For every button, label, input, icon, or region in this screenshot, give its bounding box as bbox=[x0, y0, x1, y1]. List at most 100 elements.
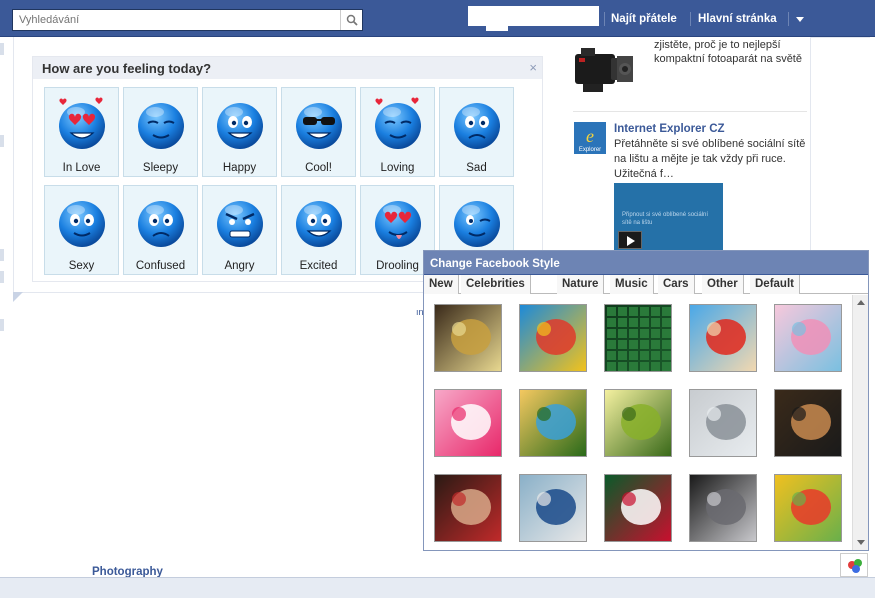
emoticon-label: Happy bbox=[222, 162, 257, 174]
drooling-emoticon-icon bbox=[375, 201, 421, 247]
content-divider bbox=[13, 292, 423, 293]
tab-new[interactable]: New bbox=[424, 275, 459, 294]
style-thumbnail-rainbow[interactable] bbox=[774, 474, 842, 542]
vampire-image bbox=[690, 475, 756, 541]
style-thumbnail-candy-land[interactable] bbox=[774, 304, 842, 372]
camera-ad-image[interactable] bbox=[573, 40, 635, 99]
style-popup-title: Change Facebook Style bbox=[430, 258, 560, 270]
wink-emoticon-icon bbox=[454, 201, 500, 247]
style-thumbnail-hello-kitty[interactable] bbox=[434, 389, 502, 457]
tab-music[interactable]: Music bbox=[610, 275, 654, 294]
emoticon-tile[interactable]: Happy bbox=[202, 87, 277, 177]
ie-video-thumbnail[interactable]: Připnout si své oblíbené sociální sítě n… bbox=[614, 183, 723, 251]
search-button[interactable] bbox=[340, 10, 362, 30]
edge-marker bbox=[0, 249, 4, 261]
emoticon-label: Confused bbox=[135, 260, 186, 272]
close-icon[interactable]: × bbox=[529, 60, 537, 75]
feelings-panel-header: How are you feeling today? × bbox=[33, 57, 542, 79]
sexy-emoticon-icon bbox=[59, 201, 105, 247]
happy-emoticon-icon bbox=[217, 103, 263, 149]
svg-text:Explorer: Explorer bbox=[579, 147, 601, 153]
search-input[interactable] bbox=[13, 10, 339, 30]
tab-other[interactable]: Other bbox=[702, 275, 744, 294]
style-thumbnail-pirate[interactable] bbox=[774, 389, 842, 457]
emoticon-tile[interactable]: Excited bbox=[281, 185, 356, 275]
account-menu-chevron-down-icon[interactable] bbox=[796, 17, 804, 22]
ie-ad-title[interactable]: Internet Explorer CZ bbox=[614, 123, 725, 135]
scroll-down-icon[interactable] bbox=[857, 540, 865, 545]
love-emoticon-icon bbox=[59, 97, 105, 149]
emoticon-tile[interactable]: Cool! bbox=[281, 87, 356, 177]
style-thumbnail-abstract-art[interactable] bbox=[434, 304, 502, 372]
search-box bbox=[12, 9, 363, 31]
notification-area-tab bbox=[486, 26, 508, 31]
emoticon-tile[interactable]: Sad bbox=[439, 87, 514, 177]
style-scrollbar[interactable] bbox=[852, 295, 868, 550]
style-thumbnail-palm-beach[interactable] bbox=[519, 389, 587, 457]
tab-nature[interactable]: Nature bbox=[557, 275, 605, 294]
colorful-apps-icon[interactable] bbox=[840, 553, 868, 577]
nav-separator bbox=[788, 12, 789, 26]
edge-marker bbox=[0, 135, 4, 147]
top-navigation-bar: Najít přátele Hlavní stránka bbox=[0, 0, 875, 37]
video-caption: Připnout si své oblíbené sociální sítě n… bbox=[622, 212, 709, 226]
angry-emoticon-icon bbox=[217, 201, 263, 247]
style-thumbnail-parrot[interactable] bbox=[519, 304, 587, 372]
style-thumbnail-doctor[interactable] bbox=[434, 474, 502, 542]
tree-image bbox=[605, 390, 671, 456]
candy-land-image bbox=[775, 305, 841, 371]
sad-emoticon-icon bbox=[454, 103, 500, 149]
emoticon-tile[interactable]: In Love bbox=[44, 87, 119, 177]
ie-ad-text: Přetáhněte si své oblíbené sociální sítě… bbox=[614, 138, 806, 180]
abstract-art-image bbox=[435, 305, 501, 371]
scroll-up-icon[interactable] bbox=[857, 300, 865, 305]
parrot-image bbox=[520, 305, 586, 371]
svg-text:e: e bbox=[586, 126, 594, 146]
camera-ad-text: zjistěte, proč je to nejlepší kompaktní … bbox=[654, 39, 802, 65]
palm-beach-image bbox=[520, 390, 586, 456]
emoticon-label: Sexy bbox=[68, 260, 95, 272]
notification-area[interactable] bbox=[468, 6, 599, 26]
left-edge-strip bbox=[0, 37, 6, 331]
style-thumbnail-mario[interactable] bbox=[689, 304, 757, 372]
heineken-image bbox=[605, 475, 671, 541]
nav-home[interactable]: Hlavní stránka bbox=[698, 13, 777, 25]
emoticon-tile[interactable]: Loving bbox=[360, 87, 435, 177]
style-thumbnail-tree[interactable] bbox=[604, 389, 672, 457]
style-thumbnail-green-tiles[interactable] bbox=[604, 304, 672, 372]
emoticon-tile[interactable]: Angry bbox=[202, 185, 277, 275]
sidebar-separator bbox=[573, 111, 807, 112]
emoticon-label: Angry bbox=[224, 260, 255, 272]
emoticon-tile[interactable]: Sexy bbox=[44, 185, 119, 275]
internet-explorer-logo-icon[interactable]: e Explorer bbox=[574, 122, 606, 154]
sleepy-emoticon-icon bbox=[138, 103, 184, 149]
bottom-chat-bar bbox=[0, 577, 875, 598]
rainbow-image bbox=[775, 475, 841, 541]
tab-celebrities[interactable]: Celebrities bbox=[461, 275, 531, 294]
emoticon-label: Sleepy bbox=[142, 162, 179, 174]
doctor-image bbox=[435, 475, 501, 541]
style-thumbnail-heineken[interactable] bbox=[604, 474, 672, 542]
tab-cars[interactable]: Cars bbox=[658, 275, 695, 294]
nav-find-friends[interactable]: Najít přátele bbox=[611, 13, 677, 25]
style-thumbnail-silver-car[interactable] bbox=[689, 389, 757, 457]
emoticon-tile[interactable]: Sleepy bbox=[123, 87, 198, 177]
mario-image bbox=[690, 305, 756, 371]
feelings-title: How are you feeling today? bbox=[42, 61, 212, 76]
emoticon-label: Loving bbox=[380, 162, 415, 174]
loving-emoticon-icon bbox=[375, 97, 421, 149]
excited-emoticon-icon bbox=[296, 201, 342, 247]
style-tabs: New Celebrities Nature Music Cars Other Defaul… bbox=[424, 275, 868, 294]
tab-default[interactable]: Default bbox=[750, 275, 800, 294]
silver-car-image bbox=[690, 390, 756, 456]
play-icon[interactable] bbox=[618, 231, 642, 249]
style-thumbnail-muscle-car[interactable] bbox=[519, 474, 587, 542]
emoticon-label: Excited bbox=[299, 260, 338, 272]
style-thumbnail-vampire[interactable] bbox=[689, 474, 757, 542]
pirate-image bbox=[775, 390, 841, 456]
feelings-panel: How are you feeling today? × In Love Slee… bbox=[32, 56, 543, 282]
emoticon-tile[interactable]: Confused bbox=[123, 185, 198, 275]
nav-separator bbox=[690, 12, 691, 26]
column-divider bbox=[810, 37, 870, 38]
search-icon bbox=[346, 14, 358, 26]
